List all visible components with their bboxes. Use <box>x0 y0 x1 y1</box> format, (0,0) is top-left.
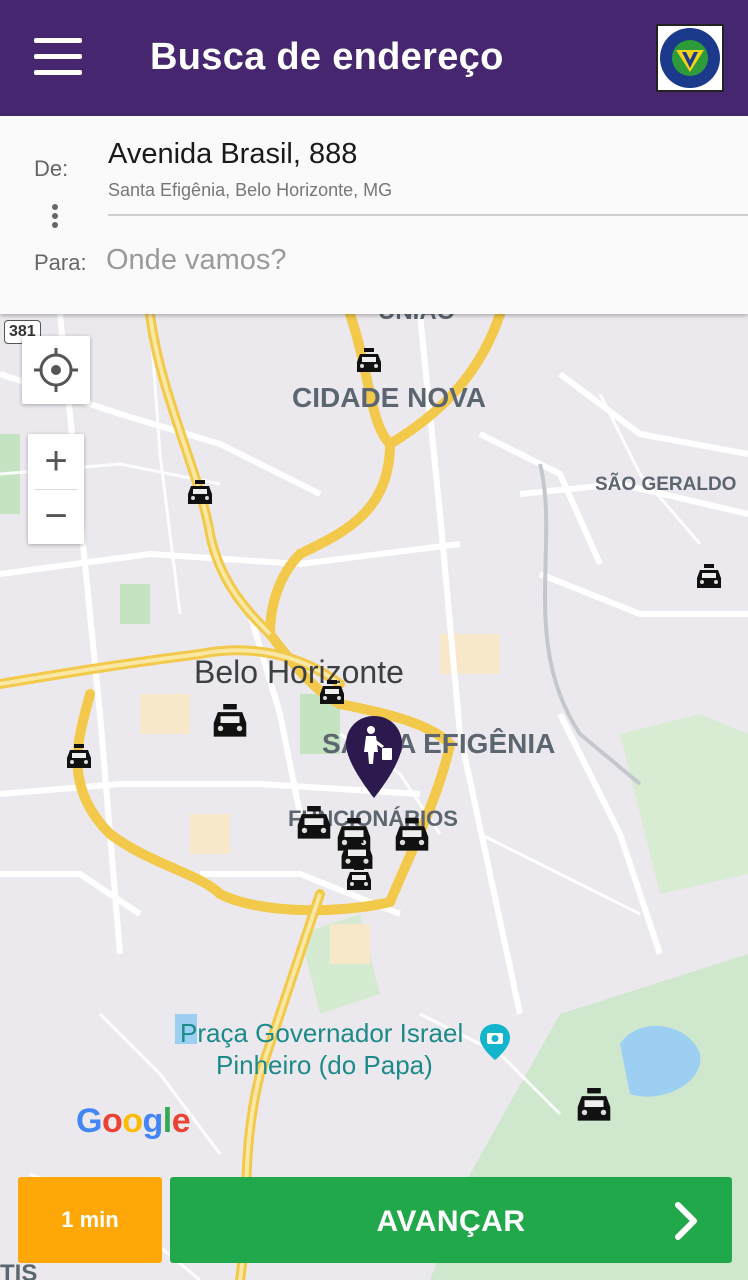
from-address[interactable]: Avenida Brasil, 888 <box>108 138 357 171</box>
google-logo-letter: G <box>76 1102 102 1140</box>
taxi-icon <box>213 704 247 737</box>
zoom-out-button[interactable]: − <box>28 490 84 544</box>
google-logo-letter: e <box>171 1102 191 1140</box>
field-divider <box>108 214 748 216</box>
taxi-icon <box>67 744 91 768</box>
taxi-icon <box>297 806 331 839</box>
next-button[interactable]: AVANÇAR <box>170 1177 732 1263</box>
google-logo-letter: g <box>142 1102 164 1140</box>
company-logo <box>656 24 724 92</box>
google-logo[interactable]: Google <box>76 1102 191 1141</box>
map-label-bottom-edge: TIS <box>0 1260 38 1280</box>
to-label: Para: <box>34 250 87 275</box>
eta-button[interactable]: 1 min <box>18 1177 162 1263</box>
taxi-icon <box>357 348 381 372</box>
destination-input[interactable] <box>106 238 706 282</box>
google-logo-letter: o <box>122 1102 143 1140</box>
taxi-icon <box>188 480 212 504</box>
map-label-praca-line2: Pinheiro (do Papa) <box>216 1050 433 1080</box>
pickup-location-pin-icon[interactable] <box>344 714 404 800</box>
taxi-icon <box>347 866 371 890</box>
from-label: De: <box>34 156 69 181</box>
zoom-in-button[interactable]: + <box>28 434 84 488</box>
app-bar: Busca de endereço <box>0 0 748 116</box>
map-label-sao-geraldo: SÃO GERALDO <box>595 474 737 495</box>
route-form: De: Para: Avenida Brasil, 888 Santa Efig… <box>0 116 748 314</box>
chevron-right-icon <box>675 1202 697 1240</box>
map-label-cidade-nova: CIDADE NOVA <box>292 382 486 413</box>
route-dots-icon <box>52 204 60 234</box>
next-button-label: AVANÇAR <box>376 1205 526 1238</box>
map-label-uniao: UNIÃO <box>378 314 455 326</box>
crosshair-icon <box>34 348 78 392</box>
taxi-icon <box>697 564 721 588</box>
hamburger-menu-icon[interactable] <box>22 28 94 88</box>
taxi-icon <box>320 680 344 704</box>
google-logo-letter: o <box>101 1102 123 1140</box>
camera-poi-icon[interactable] <box>478 1022 512 1062</box>
map-label-praca-line1: Praça Governador Israel <box>180 1018 464 1048</box>
taxi-icon <box>577 1088 611 1121</box>
google-logo-letter: l <box>162 1102 172 1140</box>
zoom-controls: + − <box>28 434 84 544</box>
taxi-icon <box>395 818 429 851</box>
from-address-subtitle: Santa Efigênia, Belo Horizonte, MG <box>108 180 393 200</box>
map-label-belo-horizonte: Belo Horizonte <box>194 654 404 690</box>
page-title: Busca de endereço <box>150 36 504 78</box>
locate-me-button[interactable] <box>22 336 90 404</box>
